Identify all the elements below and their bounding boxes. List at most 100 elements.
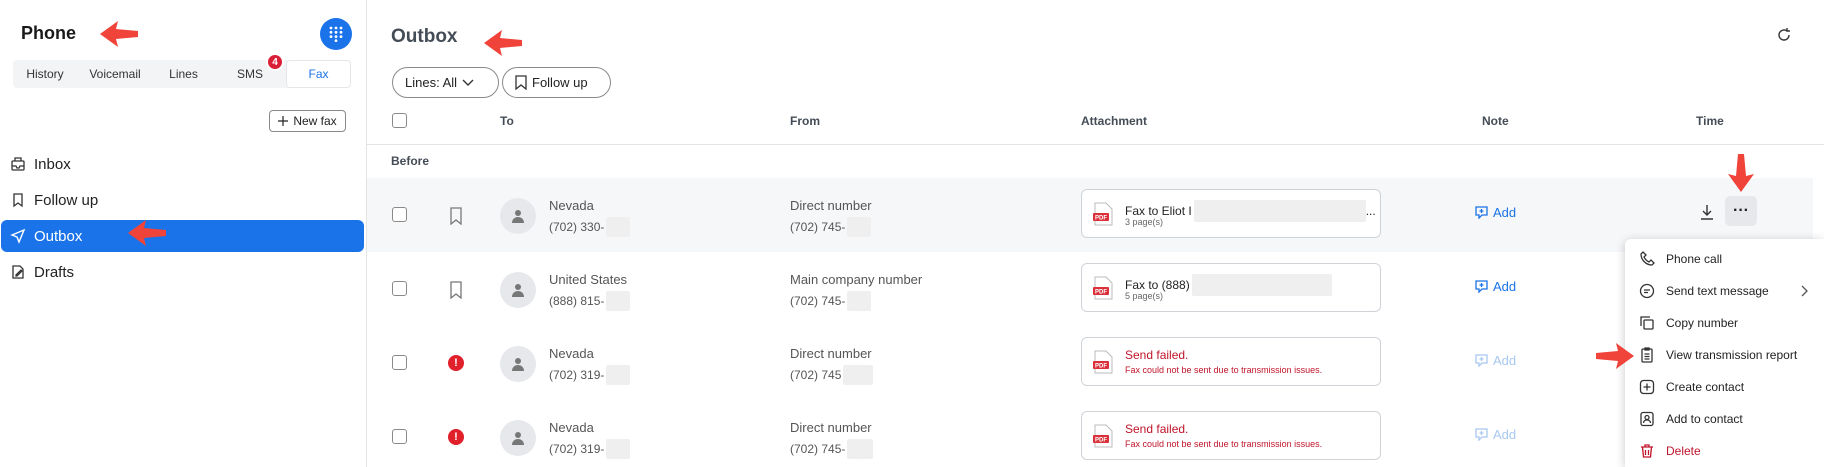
select-all-checkbox[interactable] <box>392 113 407 128</box>
page-title: Outbox <box>391 26 458 47</box>
menu-item-phone-call[interactable]: Phone call <box>1625 244 1824 274</box>
to-number-text: (888) 815- <box>549 294 605 308</box>
to-number: (702) 319- <box>549 365 631 385</box>
pdf-icon: PDF <box>1093 350 1113 374</box>
chevron-right-icon <box>1801 285 1808 297</box>
attachment-card[interactable]: PDF Fax to (888) 5 page(s) <box>1081 263 1381 312</box>
redacted-block <box>606 291 631 311</box>
person-icon <box>512 358 524 371</box>
nav-label: Follow up <box>34 191 99 209</box>
bookmark-icon[interactable] <box>448 281 464 299</box>
from-number: (702) 745 <box>790 365 874 385</box>
tab-label: SMS <box>236 67 263 81</box>
menu-label: Delete <box>1666 444 1701 458</box>
add-note-label: Add <box>1493 427 1517 442</box>
menu-item-copy-number[interactable]: Copy number <box>1625 308 1824 338</box>
menu-label: Copy number <box>1666 316 1739 330</box>
follow-up-filter-label: Follow up <box>532 75 588 90</box>
from-name: Direct number <box>790 198 872 213</box>
main-panel: Outbox Lines: All Follow up To From Atta… <box>367 0 1824 467</box>
menu-item-add-to-contact[interactable]: Add to contact <box>1625 404 1824 434</box>
sidebar: Phone History Voicemail Lines SMS 4 Fax … <box>0 0 367 467</box>
sidebar-item-follow-up[interactable]: Follow up <box>1 184 364 216</box>
attachment-title-text: Fax to Eliot I <box>1125 204 1192 218</box>
avatar <box>500 420 536 456</box>
from-name: Direct number <box>790 346 872 361</box>
table-header: To From Attachment Note Time <box>367 110 1824 145</box>
menu-label: Send text message <box>1666 284 1769 298</box>
lines-filter-dropdown[interactable]: Lines: All <box>392 67 499 98</box>
report-icon <box>1641 347 1653 363</box>
column-to: To <box>500 114 514 128</box>
row-checkbox[interactable] <box>392 355 407 370</box>
svg-text:PDF: PDF <box>1095 364 1107 370</box>
tab-fax[interactable]: Fax <box>286 60 351 88</box>
avatar <box>500 346 536 382</box>
svg-text:PDF: PDF <box>1095 290 1107 296</box>
follow-up-filter[interactable]: Follow up <box>502 67 611 98</box>
menu-item-create-contact[interactable]: Create contact <box>1625 372 1824 402</box>
error-icon: ! <box>448 355 464 371</box>
new-fax-button[interactable]: New fax <box>269 110 346 132</box>
add-note-button[interactable]: Add <box>1475 353 1516 368</box>
tab-sms[interactable]: SMS 4 <box>214 53 286 88</box>
add-note-button[interactable]: Add <box>1475 279 1516 294</box>
attachment-card[interactable]: PDF Fax to Eliot I... 3 page(s) <box>1081 189 1381 238</box>
person-icon <box>512 210 524 223</box>
note-add-icon <box>1475 206 1488 219</box>
table-row[interactable]: ! Nevada (702) 319- Direct number (702) … <box>367 400 1813 467</box>
tab-label: Voicemail <box>89 67 141 81</box>
attachment-card[interactable]: PDF Send failed. Fax could not be sent d… <box>1081 411 1381 460</box>
row-checkbox[interactable] <box>392 281 407 296</box>
tab-voicemail[interactable]: Voicemail <box>77 60 153 88</box>
menu-item-send-text-message[interactable]: Send text message <box>1625 276 1824 306</box>
add-note-button[interactable]: Add <box>1475 427 1516 442</box>
tab-history[interactable]: History <box>13 60 77 88</box>
sidebar-item-outbox[interactable]: Outbox <box>1 220 364 252</box>
to-name: United States <box>549 272 628 287</box>
menu-item-delete[interactable]: Delete <box>1625 436 1824 466</box>
menu-label: Create contact <box>1666 380 1745 394</box>
pdf-icon: PDF <box>1093 202 1113 226</box>
redacted-block <box>847 439 874 459</box>
attachment-card[interactable]: PDF Send failed. Fax could not be sent d… <box>1081 337 1381 386</box>
chevron-down-icon <box>462 79 474 86</box>
to-number: (702) 319- <box>549 439 631 459</box>
send-failed-detail: Fax could not be sent due to transmissio… <box>1125 439 1323 449</box>
from-number-text: (702) 745- <box>790 442 846 456</box>
table-row[interactable]: Nevada (702) 330- Direct number (702) 74… <box>367 178 1813 252</box>
refresh-button[interactable] <box>1773 24 1795 46</box>
redacted-block <box>1191 274 1332 296</box>
send-failed-title: Send failed. <box>1125 422 1189 436</box>
contact-icon <box>1640 411 1654 427</box>
lines-filter-label: Lines: All <box>405 75 458 90</box>
redacted-block <box>843 365 874 385</box>
new-fax-label: New fax <box>293 114 337 128</box>
download-icon[interactable] <box>1698 203 1716 221</box>
table-row[interactable]: United States (888) 815- Main company nu… <box>367 252 1813 326</box>
avatar <box>500 198 536 234</box>
plus-icon <box>278 116 289 126</box>
tab-lines[interactable]: Lines <box>153 60 214 88</box>
svg-text:PDF: PDF <box>1095 216 1107 222</box>
more-options-button[interactable]: ··· <box>1725 196 1757 226</box>
to-number-text: (702) 319- <box>549 442 605 456</box>
row-checkbox[interactable] <box>392 429 407 444</box>
person-icon <box>512 432 524 445</box>
dialpad-button[interactable] <box>320 18 352 50</box>
plus-square-icon <box>1639 379 1655 395</box>
bookmark-icon[interactable] <box>448 207 464 225</box>
sidebar-item-inbox[interactable]: Inbox <box>1 148 364 180</box>
refresh-icon <box>1778 28 1790 41</box>
sidebar-item-drafts[interactable]: Drafts <box>1 256 364 288</box>
from-number: (702) 745- <box>790 217 872 237</box>
row-checkbox[interactable] <box>392 207 407 222</box>
menu-item-view-transmission-report[interactable]: View transmission report <box>1625 340 1824 370</box>
annotation-arrow <box>484 30 522 56</box>
column-note: Note <box>1482 114 1509 128</box>
add-note-button[interactable]: Add <box>1475 205 1516 220</box>
from-number: (702) 745- <box>790 439 874 459</box>
app-title: Phone <box>21 23 77 43</box>
note-add-icon <box>1475 280 1488 293</box>
row-context-menu: Phone call Send text message Copy number… <box>1625 239 1824 467</box>
